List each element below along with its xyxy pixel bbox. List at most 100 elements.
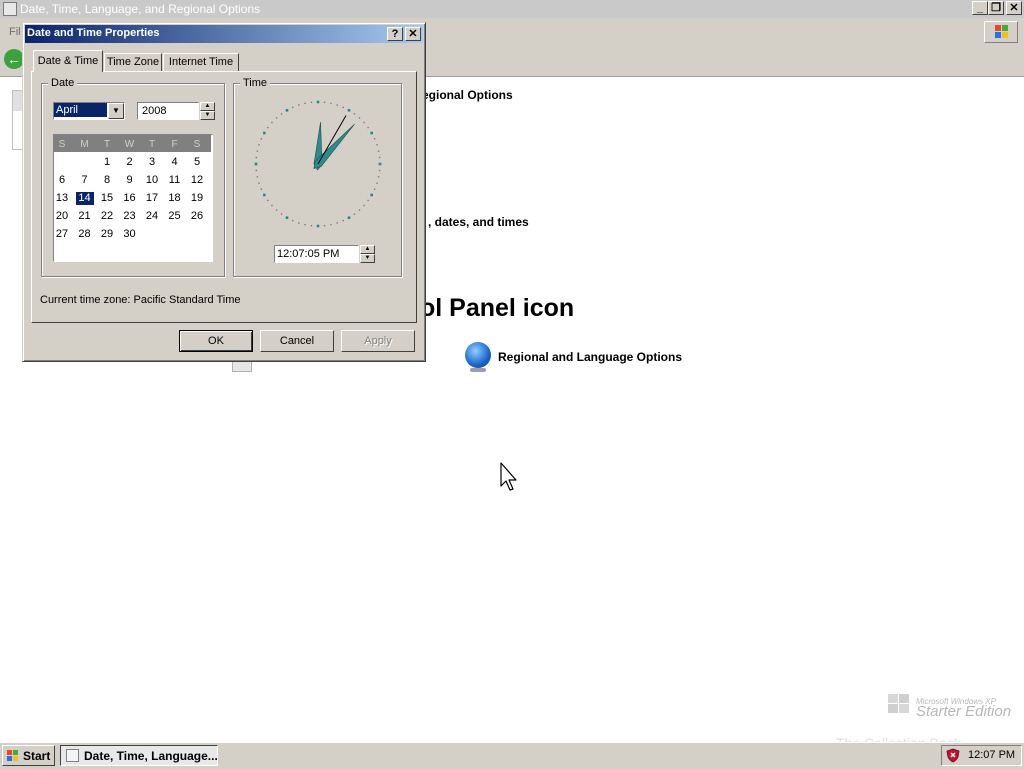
back-arrow-icon[interactable]: ← — [4, 49, 24, 69]
close-button[interactable]: ✕ — [1006, 1, 1022, 15]
calendar-day[interactable]: 20 — [53, 210, 71, 223]
clock-tick — [353, 113, 356, 115]
clock-tick — [377, 150, 380, 152]
calendar-day[interactable]: 21 — [76, 210, 94, 223]
current-timezone-label: Current time zone: Pacific Standard Time — [40, 294, 241, 306]
calendar-day[interactable]: 24 — [143, 210, 161, 223]
calendar-day[interactable]: 2 — [121, 156, 139, 169]
calendar-day[interactable]: 27 — [53, 228, 71, 241]
regional-options-link[interactable]: egional Options — [422, 88, 513, 102]
clock-tick — [292, 106, 294, 109]
calendar-day[interactable]: 6 — [53, 174, 71, 187]
calendar-day[interactable]: 5 — [188, 156, 206, 169]
calendar-day[interactable]: 29 — [98, 228, 116, 241]
clock-tick — [323, 101, 326, 104]
mouse-cursor-icon — [500, 462, 517, 491]
clock-tick — [373, 188, 376, 190]
calendar-day[interactable]: 22 — [98, 210, 116, 223]
calendar-day[interactable]: 30 — [121, 228, 139, 241]
clock-tick — [336, 104, 338, 106]
globe-stand-icon — [470, 368, 486, 372]
calendar-day[interactable]: 8 — [98, 174, 116, 187]
weekday-header: F — [171, 139, 178, 150]
clock-tick — [298, 222, 300, 224]
calendar-day[interactable]: 1 — [98, 156, 116, 169]
apply-button[interactable]: Apply — [341, 330, 415, 352]
clock-tick — [347, 109, 351, 112]
weekday-header: S — [193, 139, 201, 150]
clock-tick — [330, 223, 332, 226]
windows-flag-watermark-icon — [888, 694, 909, 713]
weekday-header: T — [103, 139, 111, 150]
year-input[interactable]: 2008 — [137, 102, 199, 120]
calendar-day[interactable]: 17 — [143, 192, 161, 205]
time-spin-down-button[interactable]: ▼ — [360, 254, 375, 263]
tab-internet-time[interactable]: Internet Time — [163, 53, 239, 71]
calendar-day[interactable]: 10 — [143, 174, 161, 187]
control-panel-heading: ol Panel icon — [420, 294, 575, 322]
time-input[interactable]: 12:07:05 PM — [274, 245, 359, 263]
clock-tick — [370, 193, 373, 197]
clock-tick — [376, 144, 378, 146]
restore-button[interactable]: ❐ — [988, 1, 1004, 15]
ok-button[interactable]: OK — [179, 330, 253, 352]
calendar-day[interactable]: 26 — [188, 210, 206, 223]
security-shield-icon[interactable] — [946, 748, 960, 763]
chevron-down-icon[interactable]: ▼ — [108, 103, 124, 119]
clock-tick — [267, 126, 269, 129]
calendar-day[interactable]: 23 — [121, 210, 139, 223]
clock-tick — [258, 144, 260, 146]
clock-tick — [298, 104, 300, 106]
clock-tick — [367, 126, 369, 129]
time-spin-up-button[interactable]: ▲ — [360, 245, 375, 254]
clock-tick — [258, 182, 260, 184]
calendar-day[interactable]: 12 — [188, 174, 206, 187]
clock-tick — [342, 106, 344, 109]
clock-tick — [367, 199, 369, 202]
tab-date-time[interactable]: Date & Time — [33, 50, 103, 72]
calendar-day[interactable]: 3 — [143, 156, 161, 169]
menu-file[interactable]: Fil — [9, 26, 21, 38]
clock-tick — [254, 162, 258, 166]
calendar-day[interactable]: 11 — [166, 174, 184, 187]
clock-tick — [260, 138, 263, 140]
calendar-day[interactable]: 25 — [166, 210, 184, 223]
year-spin-up-button[interactable]: ▲ — [200, 102, 215, 111]
calendar-day[interactable]: 16 — [121, 192, 139, 205]
start-button[interactable]: Start — [2, 745, 55, 766]
calendar-day[interactable]: 18 — [166, 192, 184, 205]
clock-tick — [363, 204, 365, 207]
clock-tick — [304, 102, 306, 105]
month-value: April — [54, 103, 107, 117]
clock-tick — [316, 224, 320, 228]
calendar-day[interactable]: 4 — [166, 156, 184, 169]
minimize-button[interactable]: _ — [972, 1, 988, 15]
calendar-day[interactable]: 28 — [76, 228, 94, 241]
weekday-header: W — [124, 139, 135, 150]
help-button[interactable]: ? — [387, 27, 403, 41]
clock-tick — [378, 156, 381, 159]
tab-time-zone[interactable]: Time Zone — [104, 53, 162, 71]
clock-tick — [260, 188, 263, 190]
calendar-day[interactable]: 9 — [121, 174, 139, 187]
calendar-day[interactable]: 7 — [76, 174, 94, 187]
clock-tick — [255, 156, 258, 159]
calendar-day[interactable]: 15 — [98, 192, 116, 205]
taskbar-window-button[interactable]: Date, Time, Language... — [60, 745, 218, 766]
dates-times-link[interactable]: , dates, and times — [428, 215, 529, 229]
calendar-day-selected[interactable]: 14 — [75, 192, 94, 205]
globe-icon[interactable] — [465, 342, 491, 368]
dialog-close-button[interactable]: ✕ — [405, 27, 421, 41]
clock-tick — [256, 176, 259, 178]
year-spin-down-button[interactable]: ▼ — [200, 111, 215, 120]
cancel-button[interactable]: Cancel — [260, 330, 334, 352]
regional-language-options-link[interactable]: Regional and Language Options — [498, 350, 682, 364]
clock-tick — [378, 162, 382, 166]
clock-tick — [378, 169, 381, 172]
calendar-day[interactable]: 13 — [53, 192, 71, 205]
tray-clock[interactable]: 12:07 PM — [968, 749, 1015, 761]
clock-tick — [347, 216, 351, 219]
calendar-day[interactable]: 19 — [188, 192, 206, 205]
clock-tick — [377, 176, 380, 178]
clock-tick — [358, 117, 361, 119]
